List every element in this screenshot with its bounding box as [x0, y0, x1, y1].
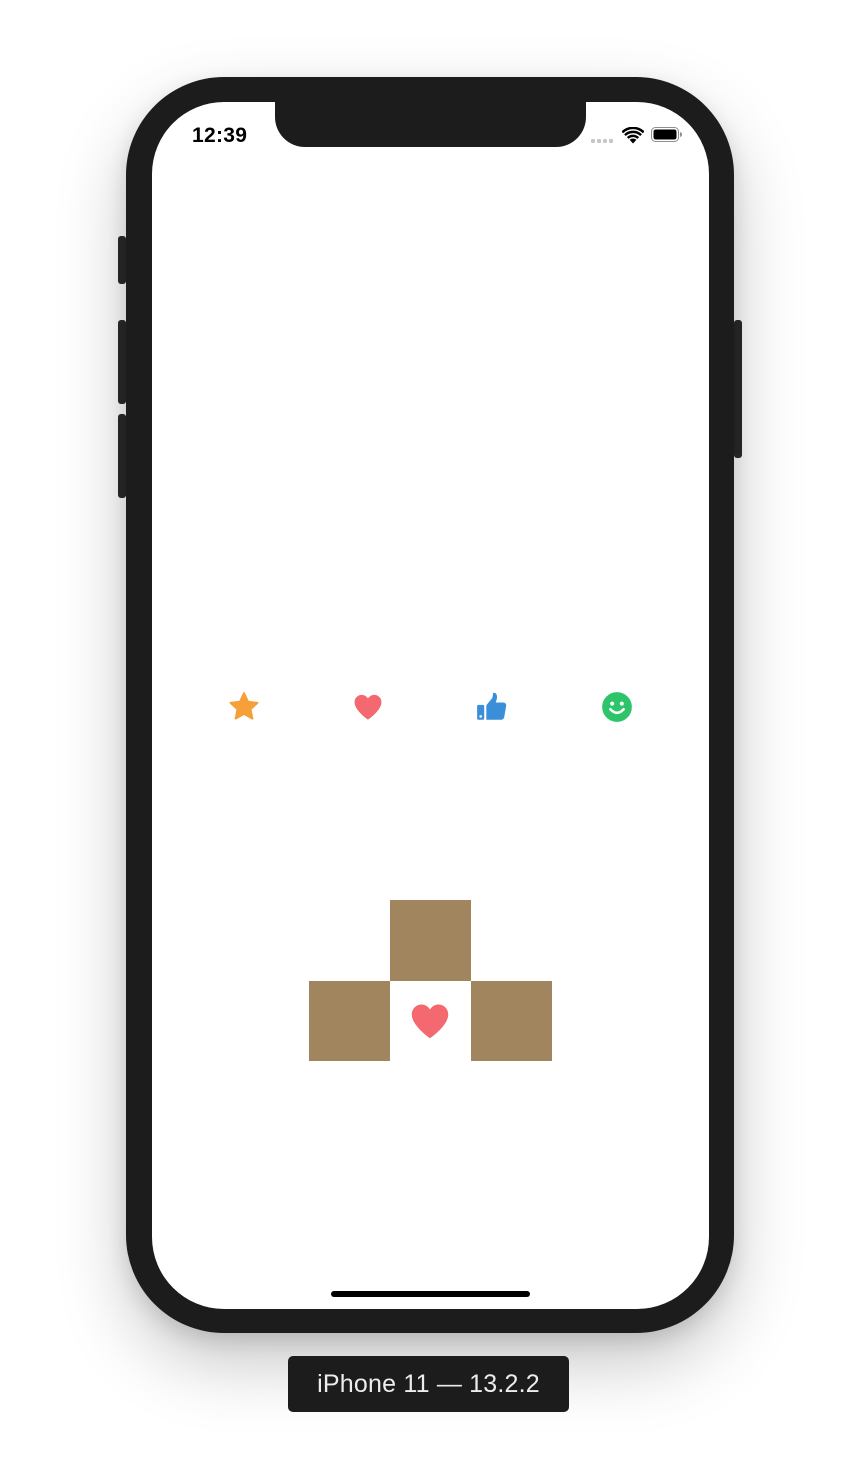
silent-switch — [118, 236, 126, 284]
volume-up-button — [118, 320, 126, 404]
power-button — [734, 320, 742, 458]
star-icon[interactable] — [224, 687, 264, 727]
device-label: iPhone 11 — 13.2.2 — [288, 1356, 569, 1412]
simulator-stage: 12:39 iPhone 11 — 13.2.2 — [0, 0, 860, 1484]
battery-icon — [651, 127, 682, 142]
volume-down-button — [118, 414, 126, 498]
cellular-signal-icon — [591, 139, 613, 143]
notch — [275, 102, 586, 147]
block-left — [309, 981, 390, 1061]
heart-icon[interactable] — [348, 687, 388, 727]
home-indicator[interactable] — [331, 1291, 530, 1297]
phone-screen: 12:39 — [152, 102, 709, 1309]
status-bar-time: 12:39 — [192, 124, 248, 147]
heart-icon[interactable] — [407, 998, 453, 1044]
wifi-icon — [622, 127, 644, 144]
smile-icon[interactable] — [597, 687, 637, 727]
block-top — [390, 900, 471, 981]
block-right — [471, 981, 552, 1061]
thumbs-up-icon[interactable] — [472, 687, 512, 727]
